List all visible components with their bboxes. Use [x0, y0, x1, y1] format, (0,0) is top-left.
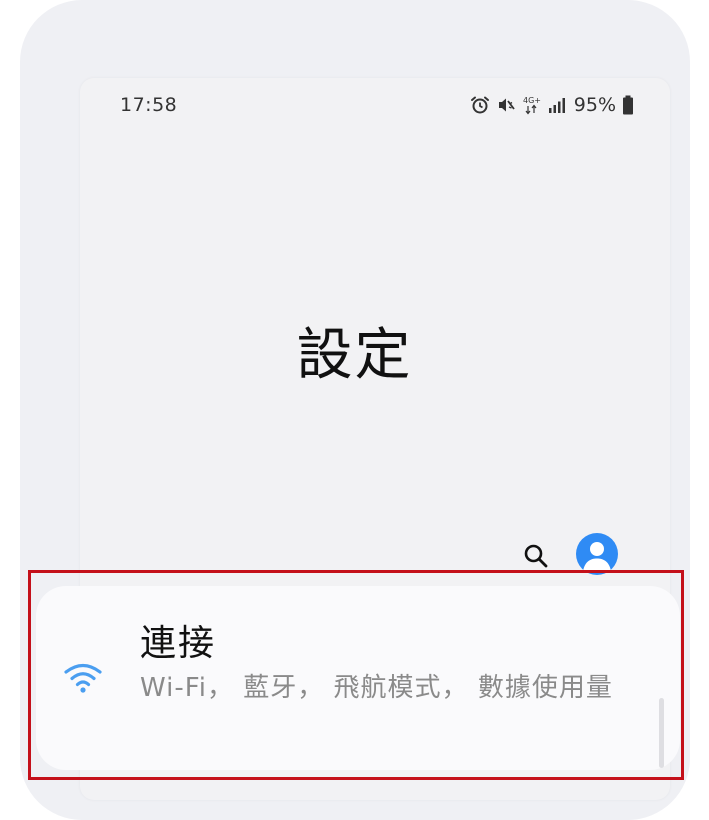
- search-button[interactable]: [520, 540, 552, 572]
- alarm-icon: [470, 95, 490, 115]
- battery-icon: [622, 95, 634, 115]
- signal-icon: [548, 96, 566, 114]
- status-time: 17:58: [120, 94, 178, 116]
- profile-button[interactable]: [576, 533, 618, 575]
- page-title: 設定: [296, 323, 413, 388]
- status-bar: 17:58 4G+ 95%: [80, 78, 670, 132]
- highlight-box: [28, 570, 684, 780]
- status-icons: 4G+ 95%: [470, 92, 634, 118]
- battery-percent: 95%: [573, 94, 616, 116]
- network-4g-icon: 4G+: [522, 94, 542, 116]
- mute-icon: [496, 95, 516, 115]
- search-icon: [524, 544, 548, 568]
- svg-text:4G+: 4G+: [523, 96, 541, 105]
- account-icon: [583, 542, 611, 571]
